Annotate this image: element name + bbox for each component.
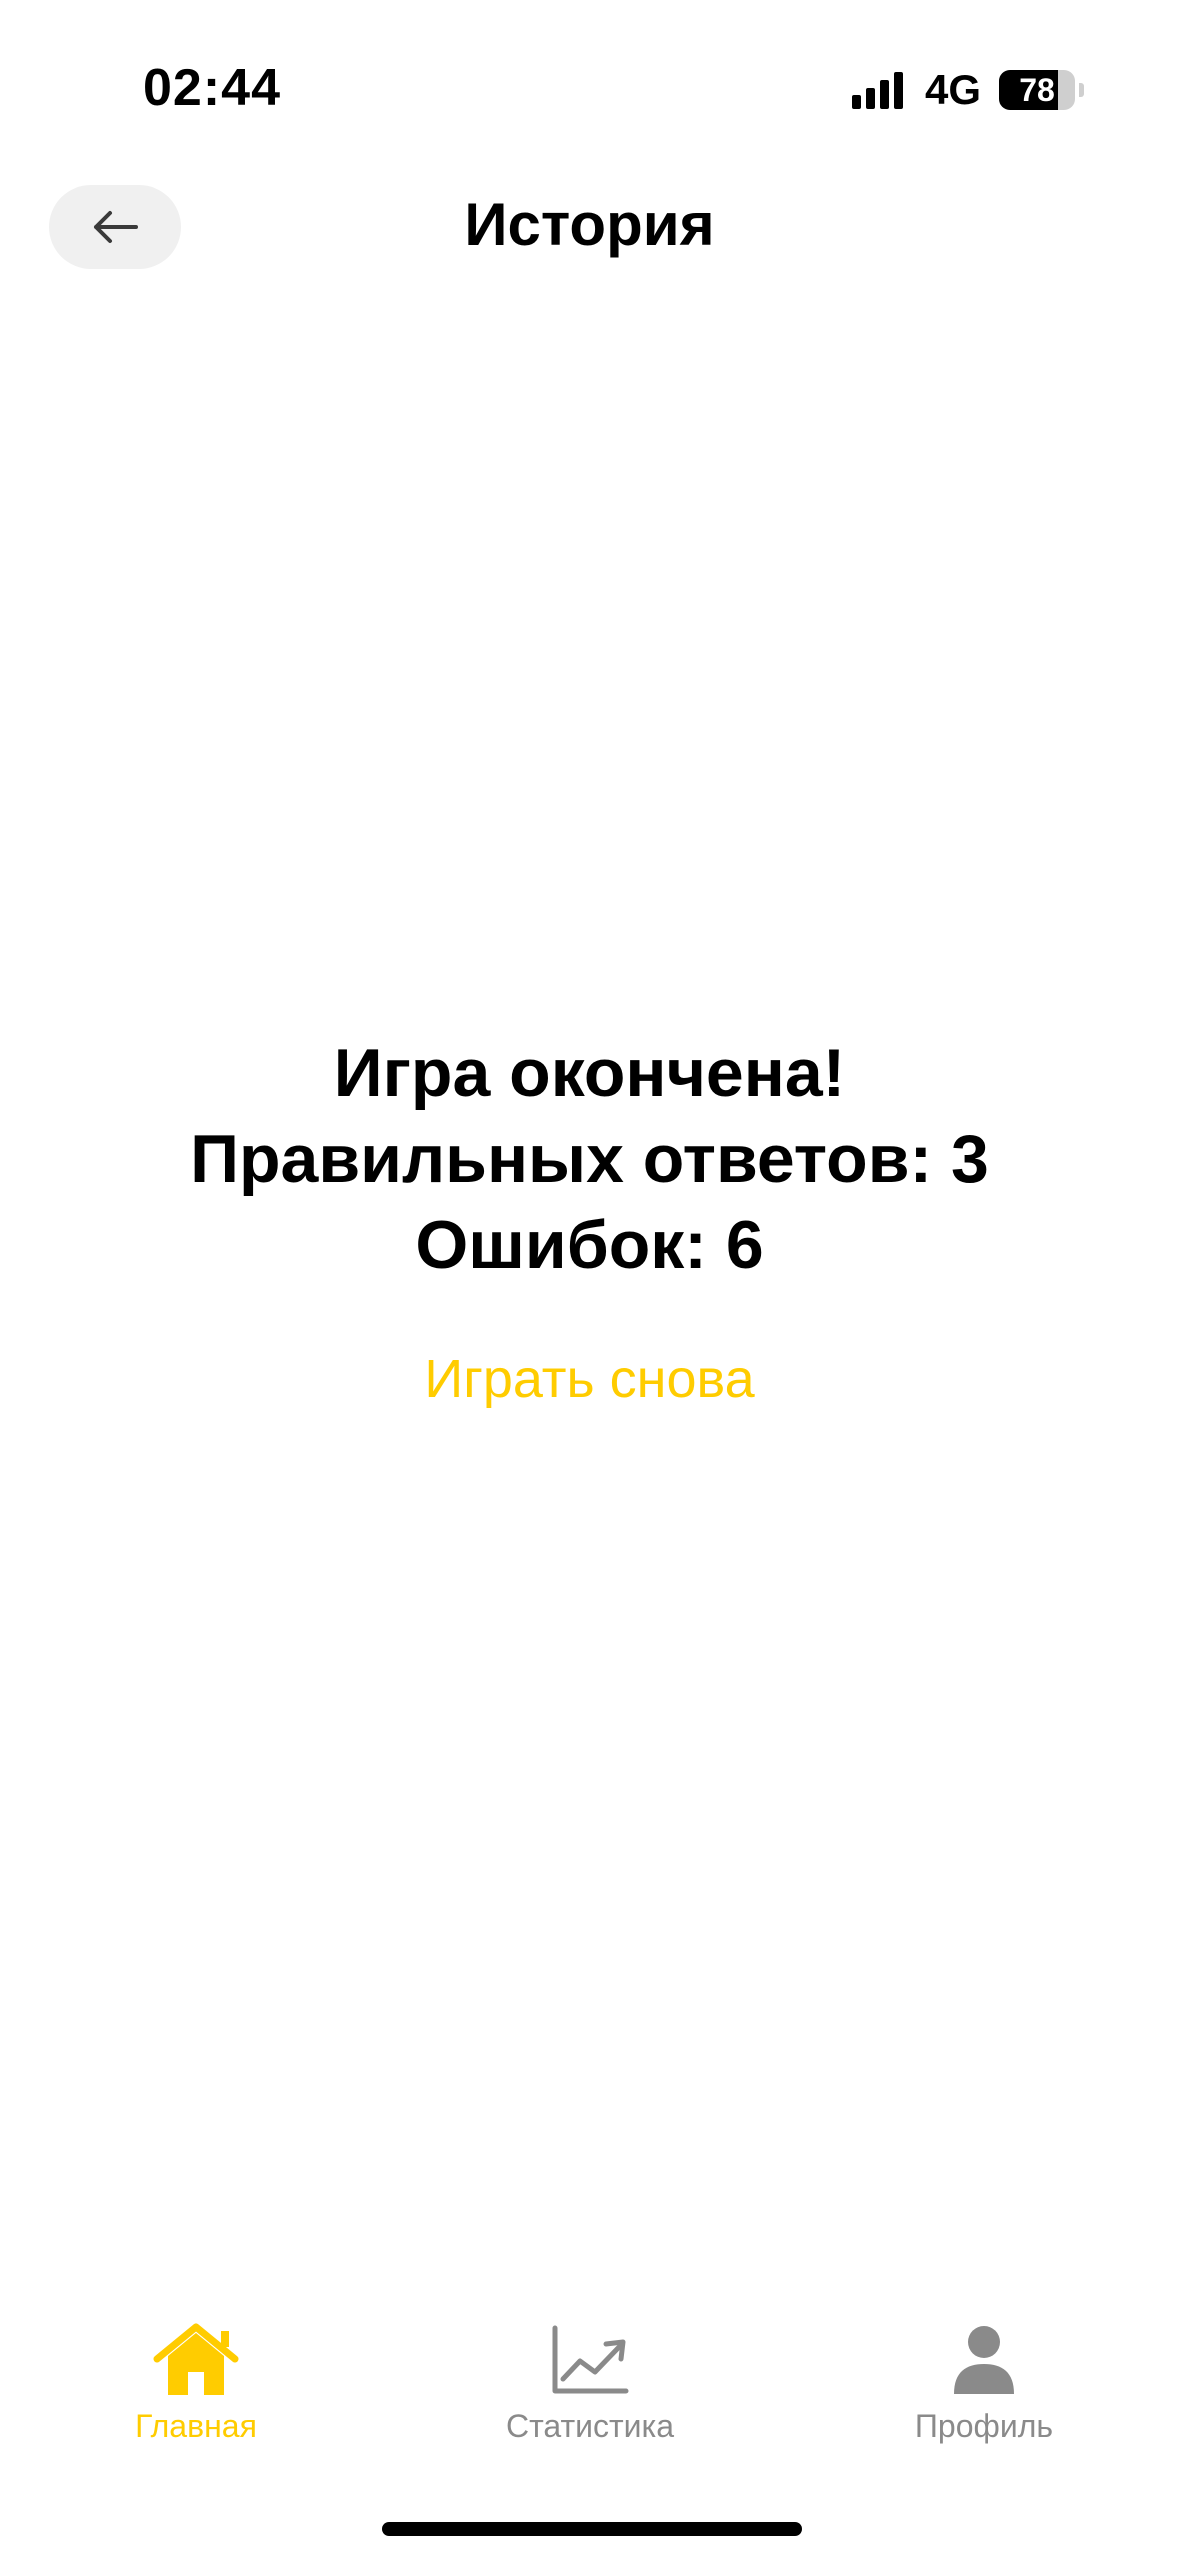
correct-answers-count: Правильных ответов: 3: [190, 1121, 989, 1197]
game-result: Игра окончена! Правильных ответов: 3 Оши…: [0, 1030, 1179, 1410]
chart-icon: [545, 2320, 635, 2400]
person-icon: [939, 2320, 1029, 2400]
tab-profile-label: Профиль: [914, 2408, 1054, 2444]
play-again-button[interactable]: Играть снова: [424, 1348, 754, 1410]
home-icon: [151, 2320, 241, 2400]
tab-statistics[interactable]: Статистика: [440, 2320, 740, 2445]
errors-count: Ошибок: 6: [415, 1207, 764, 1283]
cellular-signal-icon: [851, 71, 903, 109]
status-time: 02:44: [143, 59, 281, 117]
battery-icon: 78: [999, 70, 1075, 110]
tab-home[interactable]: Главная: [46, 2320, 346, 2445]
tab-home-label: Главная: [135, 2408, 257, 2444]
tab-bar: Главная Статистика Профиль: [0, 2320, 1179, 2470]
battery-tip: [1079, 83, 1084, 97]
tab-profile[interactable]: Профиль: [834, 2320, 1134, 2445]
status-indicators: 4G 78: [851, 66, 1084, 114]
status-bar: 02:44 4G 78: [0, 0, 1179, 175]
network-label: 4G: [924, 66, 981, 113]
page-title: История: [464, 191, 715, 258]
header: История: [0, 175, 1179, 285]
battery-percent: 78: [1019, 71, 1055, 108]
game-over-heading: Игра окончена!: [333, 1035, 846, 1111]
home-indicator[interactable]: [382, 2522, 802, 2536]
tab-statistics-label: Статистика: [505, 2408, 675, 2444]
